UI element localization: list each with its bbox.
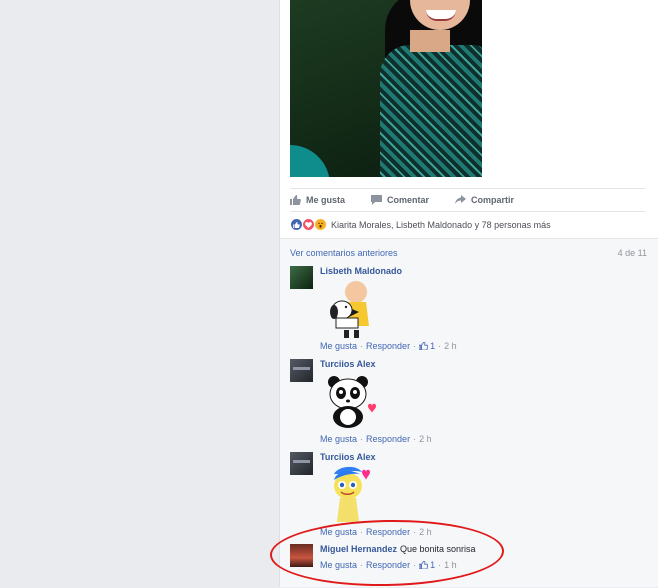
comment-reply-link[interactable]: Responder xyxy=(366,560,410,570)
snoopy-charlie-brown-hug-sticker xyxy=(326,280,378,342)
comment-author[interactable]: Turciios Alex xyxy=(320,452,376,462)
reactions-names[interactable]: Kiarita Morales, Lisbeth Maldonado y 78 … xyxy=(331,220,551,230)
comment-author[interactable]: Lisbeth Maldonado xyxy=(320,266,402,276)
comment-button-label: Comentar xyxy=(387,195,430,205)
comment-meta: Me gusta · Responder · 2 h xyxy=(320,434,432,444)
comment-icon xyxy=(371,195,383,205)
comment-timestamp[interactable]: 1 h xyxy=(444,560,457,570)
thumbs-up-icon xyxy=(290,195,301,205)
comment-like-count[interactable]: 1 xyxy=(419,341,435,351)
post-actions-bar: Me gusta Comentar Compartir xyxy=(290,188,645,212)
post-card: Me gusta Comentar Compartir Kiarita Mora… xyxy=(279,0,658,587)
share-button-label: Compartir xyxy=(471,195,515,205)
like-button[interactable]: Me gusta xyxy=(290,195,345,205)
comment-like-link[interactable]: Me gusta xyxy=(320,434,357,444)
panda-heart-sticker xyxy=(326,374,378,434)
post-photo[interactable] xyxy=(290,0,482,177)
previous-comments-row: Ver comentarios anteriores 4 de 11 xyxy=(290,248,647,258)
comments-section: Ver comentarios anteriores 4 de 11 Lisbe… xyxy=(280,238,658,587)
comment-like-link[interactable]: Me gusta xyxy=(320,560,357,570)
thumbs-up-icon xyxy=(419,561,429,569)
comments-counter: 4 de 11 xyxy=(617,248,647,258)
comment-reply-link[interactable]: Responder xyxy=(366,434,410,444)
comment-button[interactable]: Comentar xyxy=(371,195,429,205)
thumbs-up-icon xyxy=(419,342,429,350)
view-previous-comments-link[interactable]: Ver comentarios anteriores xyxy=(290,248,398,258)
like-button-label: Me gusta xyxy=(306,195,346,205)
comment-author-name[interactable]: Miguel Hernandez xyxy=(320,544,397,554)
comment-timestamp[interactable]: 2 h xyxy=(444,341,457,351)
comment-timestamp[interactable]: 2 h xyxy=(419,434,432,444)
comment-like-link[interactable]: Me gusta xyxy=(320,341,357,351)
comment-meta: Me gusta · Responder · 1 · 1 h xyxy=(320,560,457,570)
avatar[interactable] xyxy=(290,359,313,382)
comment-meta: Me gusta · Responder · 1 · 2 h xyxy=(320,341,457,351)
comment-reply-link[interactable]: Responder xyxy=(366,341,410,351)
comment-like-count[interactable]: 1 xyxy=(419,560,435,570)
avatar[interactable] xyxy=(290,266,313,289)
share-button[interactable]: Compartir xyxy=(455,195,514,205)
wow-reaction-icon xyxy=(314,218,327,231)
comment-author: Miguel Hernandez Que bonita sonrisa xyxy=(320,544,476,554)
comment-meta: Me gusta · Responder · 2 h xyxy=(320,527,432,537)
share-icon xyxy=(455,195,467,204)
joy-heart-sticker xyxy=(326,466,378,530)
avatar[interactable] xyxy=(290,544,313,567)
comment-author[interactable]: Turciios Alex xyxy=(320,359,376,369)
comment-text: Que bonita sonrisa xyxy=(400,544,476,554)
comment-like-link[interactable]: Me gusta xyxy=(320,527,357,537)
comment-timestamp[interactable]: 2 h xyxy=(419,527,432,537)
avatar[interactable] xyxy=(290,452,313,475)
comment-reply-link[interactable]: Responder xyxy=(366,527,410,537)
reactions-summary[interactable]: Kiarita Morales, Lisbeth Maldonado y 78 … xyxy=(290,218,551,231)
